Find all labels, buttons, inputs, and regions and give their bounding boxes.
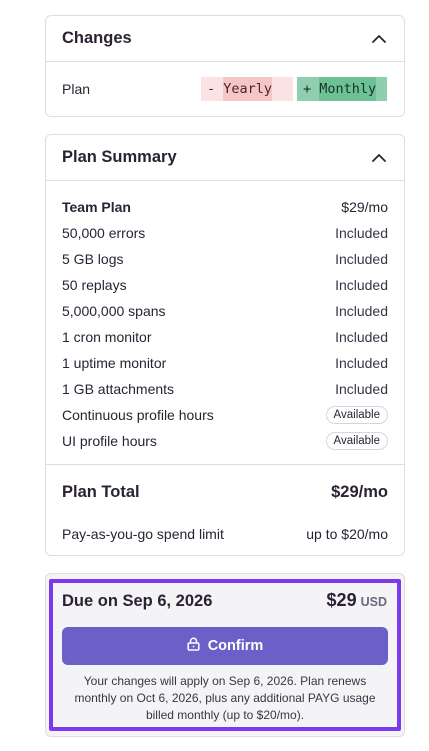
due-amount: $29 (326, 590, 357, 610)
plan-diff: - Yearly + Monthly (201, 77, 387, 101)
item-value: Included (335, 277, 388, 293)
item-name: 1 GB attachments (62, 381, 175, 397)
plan-summary-title: Plan Summary (62, 148, 177, 166)
chevron-up-icon[interactable] (370, 30, 388, 48)
spend-limit-value: up to $20/mo (306, 526, 388, 542)
list-item: Team Plan $29/mo (62, 194, 388, 220)
change-row-plan: Plan - Yearly + Monthly (46, 62, 404, 116)
item-value: Included (335, 355, 388, 371)
plan-items-list: Team Plan $29/mo 50,000 errors Included … (46, 181, 404, 465)
plan-total-value: $29/mo (331, 482, 388, 501)
changes-header[interactable]: Changes (46, 16, 404, 62)
item-name: 5 GB logs (62, 251, 124, 267)
item-name: 50,000 errors (62, 225, 146, 241)
list-item: 50,000 errors Included (62, 220, 388, 246)
renewal-note: Your changes will apply on Sep 6, 2026. … (74, 674, 376, 722)
confirm-button[interactable]: Confirm (62, 627, 388, 665)
item-value: Included (335, 381, 388, 397)
item-value: Included (335, 225, 388, 241)
plan-summary-card: Plan Summary Team Plan $29/mo 50,000 err… (45, 134, 405, 556)
list-item: Continuous profile hours Available (62, 402, 388, 428)
item-value: Included (335, 329, 388, 345)
item-value: $29/mo (341, 199, 388, 215)
item-name: 50 replays (62, 277, 127, 293)
list-item: 1 GB attachments Included (62, 376, 388, 402)
item-name: UI profile hours (62, 433, 157, 449)
change-label: Plan (62, 81, 91, 97)
due-currency: USD (360, 595, 387, 609)
due-header: Due on Sep 6, 2026 $29 USD (62, 590, 387, 611)
confirm-label: Confirm (207, 638, 264, 654)
diff-added: + Monthly (297, 77, 387, 101)
item-name: 5,000,000 spans (62, 303, 166, 319)
changes-card: Changes Plan - Yearly + Monthly (45, 15, 405, 117)
availability-badge: Available (325, 432, 388, 450)
list-item: 50 replays Included (62, 272, 388, 298)
list-item: 5 GB logs Included (62, 246, 388, 272)
item-value: Included (335, 251, 388, 267)
plan-total-row: Plan Total $29/mo (46, 465, 404, 519)
item-name: 1 uptime monitor (62, 355, 167, 371)
list-item: 1 uptime monitor Included (62, 350, 388, 376)
item-name: Team Plan (62, 199, 131, 215)
item-value: Included (335, 303, 388, 319)
due-title: Due on Sep 6, 2026 (62, 592, 213, 610)
list-item: 1 cron monitor Included (62, 324, 388, 350)
availability-badge: Available (325, 406, 388, 424)
item-name: 1 cron monitor (62, 329, 152, 345)
spend-limit-label: Pay-as-you-go spend limit (62, 526, 224, 542)
list-item: 5,000,000 spans Included (62, 298, 388, 324)
due-card: Due on Sep 6, 2026 $29 USD Confirm Your c… (45, 573, 405, 737)
diff-removed: - Yearly (201, 77, 293, 101)
diff-added-value: Monthly (319, 77, 377, 101)
diff-added-prefix: + (303, 81, 312, 97)
diff-removed-prefix: - (207, 81, 216, 97)
changes-title: Changes (62, 29, 132, 47)
spend-limit-row: Pay-as-you-go spend limit up to $20/mo (46, 519, 404, 549)
list-item: UI profile hours Available (62, 428, 388, 454)
due-amount-group: $29 USD (327, 590, 387, 611)
lock-icon (187, 637, 200, 655)
plan-total-label: Plan Total (62, 482, 140, 501)
chevron-up-icon[interactable] (370, 149, 388, 167)
diff-removed-value: Yearly (223, 77, 273, 101)
plan-summary-header[interactable]: Plan Summary (46, 135, 404, 181)
item-name: Continuous profile hours (62, 407, 214, 423)
